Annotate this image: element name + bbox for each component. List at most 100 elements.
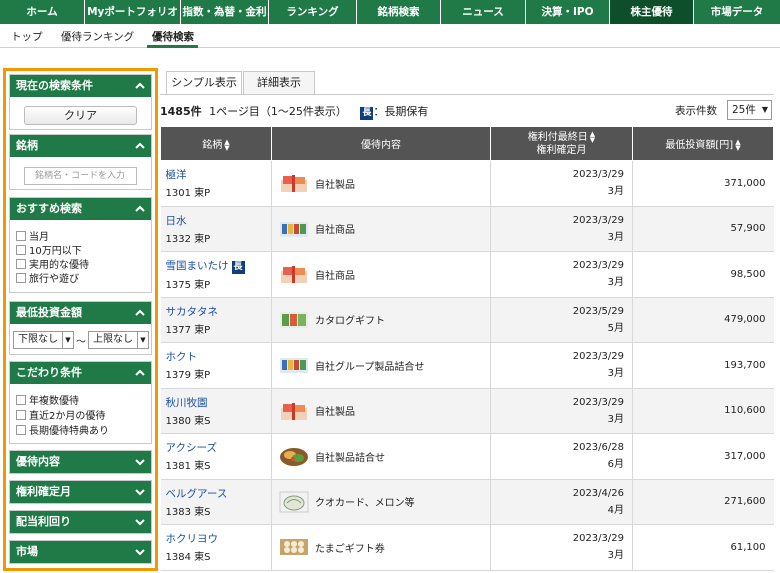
checkbox-travel[interactable]: 旅行や遊び <box>16 270 79 285</box>
panel-header[interactable]: 配当利回り <box>10 511 151 533</box>
checkbox[interactable] <box>16 272 26 283</box>
stock-name-link[interactable]: ホクト <box>166 349 272 364</box>
subnav-yutai-search[interactable]: 優待検索 <box>152 29 194 44</box>
panel-header[interactable]: 優待内容 <box>10 451 151 473</box>
stock-code: 1380 東S <box>165 415 211 427</box>
sort-icon[interactable]: ▲ ▼ <box>590 130 595 143</box>
cell-stock: 極洋 1301 東P <box>160 160 272 207</box>
checkbox[interactable] <box>16 258 26 269</box>
cell-stock: 雪国まいたけ長 1375 東P <box>160 251 272 298</box>
nav-my-portfolio[interactable]: Myポートフォリオ <box>85 0 181 24</box>
result-summary: 1485件 1ページ目（1〜25件表示） 長：長期保有 <box>160 103 428 120</box>
table-header-row: 銘柄 ▲ ▼ 優待内容 権利付最終日 ▲ ▼ 権利確定月 最低投資額[円] ▲ ▼ <box>160 126 774 161</box>
subnav-active-indicator <box>147 45 198 48</box>
upper-limit-select[interactable]: 上限なし ▼ <box>88 331 149 349</box>
gift-box-icon <box>279 172 309 194</box>
checkbox-practical[interactable]: 実用的な優待 <box>16 256 89 271</box>
product-set-icon <box>279 354 309 376</box>
yutai-content: 自社製品 <box>315 179 355 191</box>
panel-header[interactable]: 権利確定月 <box>10 481 151 503</box>
checkbox-under-100k[interactable]: 10万円以下 <box>16 242 82 257</box>
cell-stock: 秋川牧園 1380 東S <box>160 388 272 434</box>
checkbox-recent-2-months[interactable]: 直近2か月の優待 <box>16 407 105 422</box>
record-month: 3月 <box>607 368 624 380</box>
table-row: アクシーズ 1381 東S 自社製品詰合せ 2023/6/28 6月 317,000 <box>160 433 774 480</box>
chevron-down-icon <box>135 489 145 496</box>
panel-title: 権利確定月 <box>16 485 71 498</box>
last-rights-date: 2023/3/29 <box>572 396 624 408</box>
sort-icon[interactable]: ▲ ▼ <box>224 139 229 152</box>
header-label: 権利付最終日 <box>527 131 588 143</box>
panel-title: こだわり条件 <box>16 366 82 379</box>
chevron-up-icon <box>135 142 145 149</box>
col-header-date[interactable]: 権利付最終日 ▲ ▼ 権利確定月 <box>490 126 633 161</box>
top-nav: ホーム Myポートフォリオ 指数・為替・金利 ランキング 銘柄検索 ニュース 決… <box>0 0 780 24</box>
checkbox[interactable] <box>16 244 26 255</box>
col-header-min-investment[interactable]: 最低投資額[円] ▲ ▼ <box>632 126 774 161</box>
panel-dividend-yield[interactable]: 配当利回り <box>9 510 152 534</box>
chevron-down-icon <box>135 549 145 556</box>
stock-code: 1383 東S <box>165 506 211 518</box>
panel-header[interactable]: 現在の検索条件 <box>10 75 151 97</box>
per-page-select[interactable]: 25件 ▼ <box>727 100 772 120</box>
panel-title: 市場 <box>16 545 38 558</box>
nav-ranking[interactable]: ランキング <box>269 0 357 24</box>
nav-stock-search[interactable]: 銘柄検索 <box>357 0 441 24</box>
checkbox-current-month[interactable]: 当月 <box>16 228 49 243</box>
cell-record-date: 2023/6/28 6月 <box>490 433 633 480</box>
nav-earnings-ipo[interactable]: 決算・IPO <box>526 0 610 24</box>
checkbox[interactable] <box>16 409 26 420</box>
tab-detail-view[interactable]: 詳細表示 <box>243 71 315 95</box>
checkbox[interactable] <box>16 424 26 435</box>
stock-name-link[interactable]: 雪国まいたけ <box>166 260 229 272</box>
record-month: 5月 <box>607 322 624 334</box>
brand-search-input[interactable]: 銘柄名・コードを入力 <box>24 167 137 185</box>
nav-news[interactable]: ニュース <box>441 0 526 24</box>
nav-yutai[interactable]: 株主優待 <box>610 0 694 24</box>
nav-market-data[interactable]: 市場データ <box>694 0 780 24</box>
checkbox-label: 長期優待特典あり <box>29 426 109 437</box>
cell-min-investment: 271,600 <box>632 479 774 525</box>
checkbox-multiple-yearly[interactable]: 年複数優待 <box>16 392 79 407</box>
clear-button[interactable]: クリア <box>24 106 137 125</box>
panel-header[interactable]: おすすめ検索 <box>10 198 151 220</box>
subnav-yutai-ranking[interactable]: 優待ランキング <box>61 29 134 44</box>
panel-yutai-content[interactable]: 優待内容 <box>9 450 152 474</box>
col-header-stock[interactable]: 銘柄 ▲ ▼ <box>160 126 272 161</box>
cell-record-date: 2023/4/26 4月 <box>490 479 633 525</box>
stock-name-link[interactable]: 極洋 <box>166 167 272 182</box>
nav-home[interactable]: ホーム <box>0 0 85 24</box>
stock-name-link[interactable]: サカタタネ <box>166 304 272 319</box>
panel-market[interactable]: 市場 <box>9 540 152 564</box>
record-month: 4月 <box>607 504 624 516</box>
search-sidebar: 現在の検索条件 クリア 銘柄 銘柄名・コードを入力 おすすめ検索 当月 10万円… <box>3 68 158 571</box>
tab-simple-view[interactable]: シンプル表示 <box>166 71 242 95</box>
stock-name-link[interactable]: アクシーズ <box>166 440 272 455</box>
product-set-icon <box>279 218 309 240</box>
page-info: 1ページ目（1〜25件表示） <box>209 105 347 118</box>
panel-title: 優待内容 <box>16 455 60 468</box>
panel-header[interactable]: こだわり条件 <box>10 362 151 384</box>
nav-indices[interactable]: 指数・為替・金利 <box>181 0 269 24</box>
panel-title: 銘柄 <box>16 139 38 152</box>
stock-name-link[interactable]: 日水 <box>166 213 272 228</box>
subnav-top[interactable]: トップ <box>11 29 43 44</box>
panel-header[interactable]: 銘柄 <box>10 135 151 157</box>
checkbox[interactable] <box>16 230 26 241</box>
last-rights-date: 2023/4/26 <box>572 487 624 499</box>
stock-name-link[interactable]: ホクリヨウ <box>166 531 272 546</box>
sort-icon[interactable]: ▲ ▼ <box>735 139 740 152</box>
stock-name-link[interactable]: 秋川牧園 <box>166 395 272 410</box>
table-row: ベルグアース 1383 東S クオカード、メロン等 2023/4/26 4月 271,60… <box>160 479 774 525</box>
panel-header[interactable]: 市場 <box>10 541 151 563</box>
panel-record-month[interactable]: 権利確定月 <box>9 480 152 504</box>
stock-name-link[interactable]: ベルグアース <box>166 486 272 501</box>
select-value: 25件 <box>732 104 756 116</box>
panel-header[interactable]: 最低投資金額 <box>10 302 151 324</box>
cell-record-date: 2023/3/29 3月 <box>490 342 633 389</box>
checkbox-label: 旅行や遊び <box>29 274 79 285</box>
checkbox[interactable] <box>16 394 26 405</box>
checkbox-long-term[interactable]: 長期優待特典あり <box>16 422 109 437</box>
egg-box-icon <box>279 536 309 558</box>
lower-limit-select[interactable]: 下限なし ▼ <box>13 331 74 349</box>
